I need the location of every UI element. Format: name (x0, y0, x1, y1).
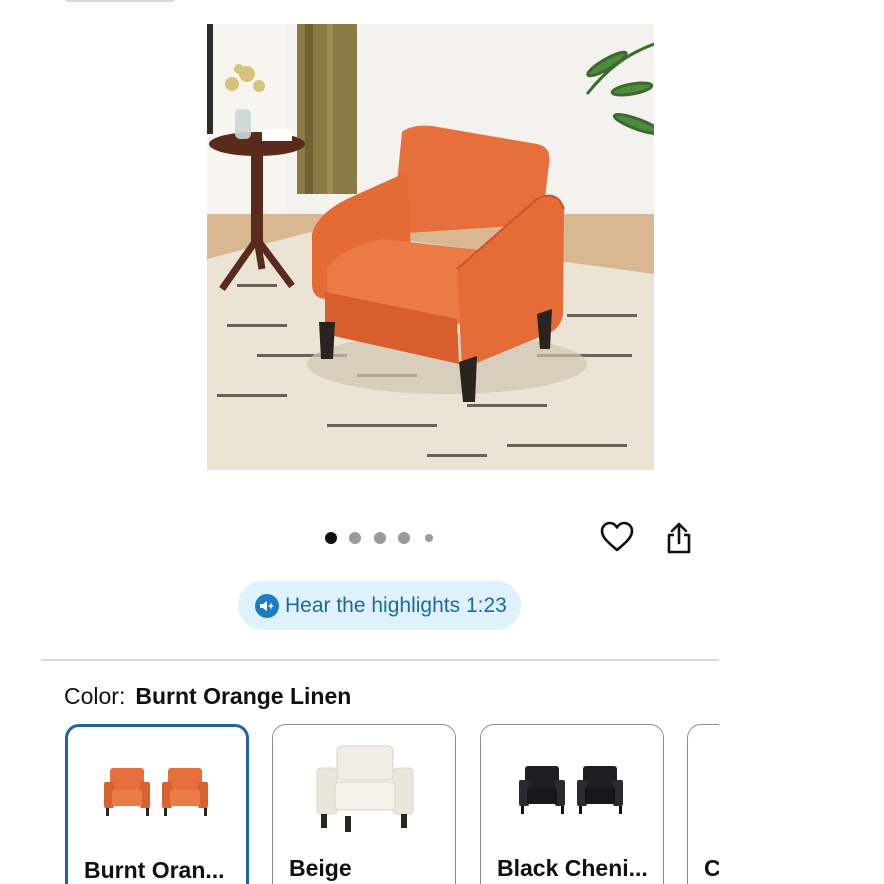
color-label: Color: (64, 683, 126, 709)
carousel-dot-4[interactable] (398, 532, 410, 544)
swatch-name: Beige (289, 855, 352, 881)
share-button[interactable] (660, 518, 698, 558)
carousel-dots[interactable] (318, 528, 448, 548)
section-divider (41, 659, 719, 661)
swatch-thumbnail (68, 737, 246, 847)
carousel-dot-2[interactable] (349, 532, 361, 544)
top-divider (66, 0, 174, 2)
swatch-thumbnail (273, 735, 455, 845)
swatch-name: Burnt Oran... (84, 857, 225, 883)
carousel-dot-3[interactable] (374, 532, 386, 544)
swatch-name: C (704, 855, 719, 881)
swatch-name: Black Cheni... (497, 855, 648, 881)
share-icon (667, 522, 691, 554)
carousel-dot-1[interactable] (325, 532, 337, 544)
color-swatch-partial[interactable]: C (687, 724, 719, 884)
hear-highlights-label: Hear the highlights 1:23 (285, 593, 507, 617)
selected-color-value: Burnt Orange Linen (135, 683, 352, 709)
audio-sparkle-icon (255, 593, 279, 618)
color-swatch-beige[interactable]: Beige (272, 724, 456, 884)
wishlist-button[interactable] (597, 517, 637, 557)
product-image[interactable] (207, 24, 654, 470)
swatch-thumbnail (481, 735, 663, 845)
heart-icon (600, 521, 634, 552)
carousel-dot-5[interactable] (425, 534, 433, 542)
color-selection-row: Color: Burnt Orange Linen (64, 683, 351, 710)
color-swatch-black-chenille[interactable]: Black Cheni... (480, 724, 664, 884)
color-swatch-burnt-orange[interactable]: Burnt Oran... (65, 724, 249, 884)
hear-highlights-button[interactable]: Hear the highlights 1:23 (238, 581, 521, 630)
